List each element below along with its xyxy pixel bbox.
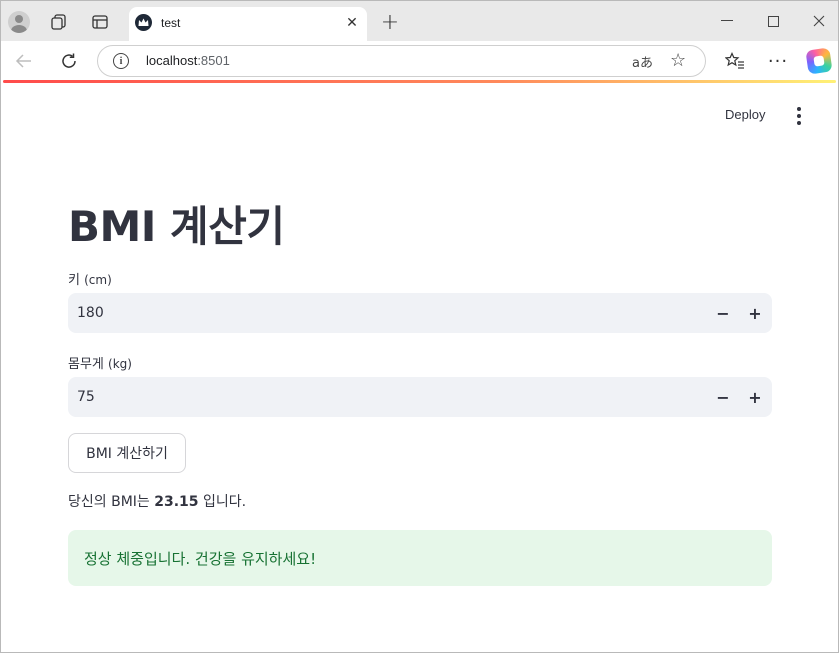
close-icon[interactable]: ✕	[343, 14, 361, 32]
reload-icon[interactable]	[55, 48, 83, 74]
bmi-result-text: 당신의 BMI는 23.15 입니다.	[68, 491, 246, 511]
weight-label: 몸무게 (kg)	[68, 353, 132, 372]
workspaces-icon[interactable]	[46, 9, 72, 35]
bmi-value: 23.15	[154, 494, 199, 510]
success-message: 정상 체중입니다. 건강을 유지하세요!	[84, 550, 317, 568]
back-arrow-icon[interactable]	[10, 48, 38, 74]
height-unit: (cm)	[84, 273, 112, 287]
more-icon[interactable]: ···	[764, 48, 792, 74]
url-host: localhost	[146, 53, 198, 68]
weight-unit: (kg)	[108, 357, 132, 371]
active-tab[interactable]: test ✕	[129, 7, 367, 41]
info-icon[interactable]: i	[113, 53, 129, 69]
height-increment-button[interactable]: +	[743, 301, 767, 325]
kebab-menu-icon[interactable]	[791, 107, 807, 125]
weight-increment-button[interactable]: +	[743, 385, 767, 409]
window-close-icon[interactable]	[796, 7, 838, 35]
deploy-button[interactable]: Deploy	[725, 107, 765, 122]
weight-input-value[interactable]: 75	[77, 389, 95, 405]
url-port: :8501	[197, 53, 230, 68]
tab-strip: test ✕ +	[1, 1, 838, 41]
tab-title: test	[161, 16, 181, 30]
navigation-bar: i localhost:8501 aあ ☆ ···	[1, 41, 838, 81]
calculate-bmi-button[interactable]: BMI 계산하기	[68, 433, 186, 473]
success-alert: 정상 체중입니다. 건강을 유지하세요!	[68, 530, 772, 586]
tab-actions-icon[interactable]	[87, 9, 113, 35]
height-number-input[interactable]: 180 − +	[68, 293, 772, 333]
result-suffix: 입니다.	[203, 494, 247, 510]
favorites-list-icon[interactable]	[721, 48, 749, 74]
copilot-icon[interactable]	[805, 47, 833, 75]
plus-icon[interactable]: +	[377, 9, 403, 35]
height-decrement-button[interactable]: −	[711, 301, 735, 325]
height-label: 키 (cm)	[68, 269, 112, 288]
maximize-icon[interactable]	[750, 7, 796, 35]
page-title: BMI 계산기	[68, 202, 285, 251]
browser-window: test ✕ + i localhost:8501 aあ ☆ ··· Deplo…	[0, 0, 839, 653]
height-input-value[interactable]: 180	[77, 305, 104, 321]
star-icon[interactable]: ☆	[670, 50, 686, 71]
minimize-icon[interactable]	[704, 7, 750, 35]
height-label-text: 키	[68, 273, 80, 288]
address-bar[interactable]: i localhost:8501 aあ ☆	[97, 45, 706, 77]
streamlit-crown-icon	[135, 14, 152, 31]
translate-icon[interactable]: aあ	[632, 52, 653, 71]
weight-label-text: 몸무게	[68, 357, 104, 372]
url-text[interactable]: localhost:8501	[146, 53, 230, 68]
result-prefix: 당신의 BMI는	[68, 494, 150, 510]
weight-decrement-button[interactable]: −	[711, 385, 735, 409]
app-main: Deploy BMI 계산기 키 (cm) 180 − + 몸무게 (kg) 7…	[1, 83, 838, 652]
profile-avatar-icon[interactable]	[6, 9, 32, 35]
weight-number-input[interactable]: 75 − +	[68, 377, 772, 417]
